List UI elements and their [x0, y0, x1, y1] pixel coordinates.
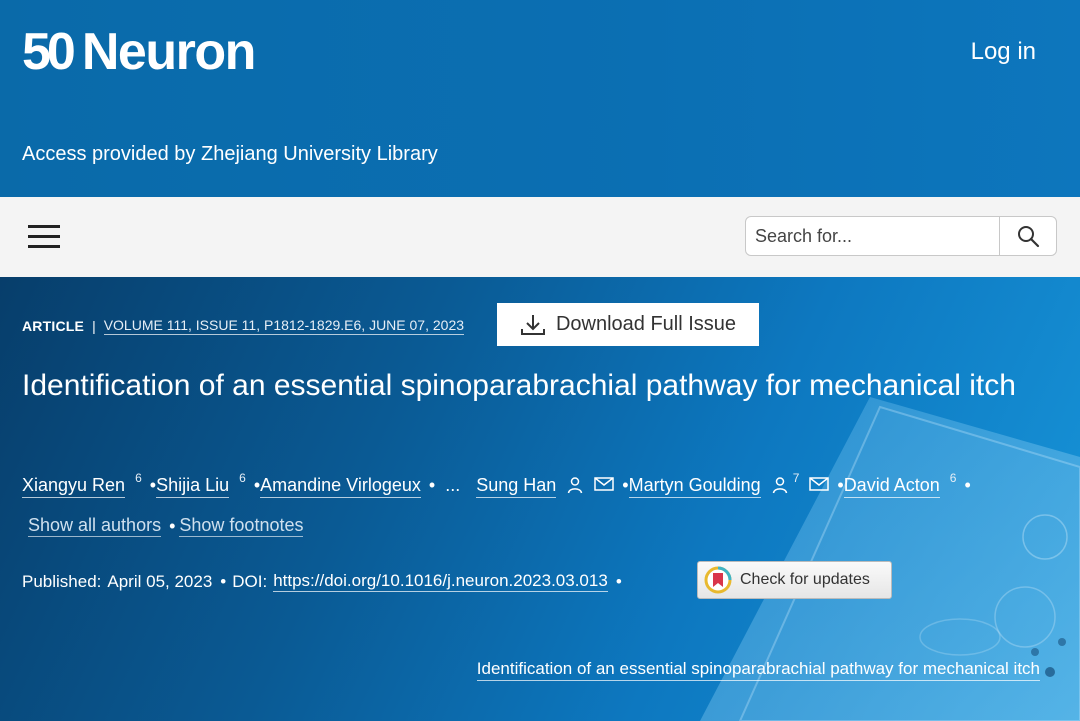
check-for-updates-label: Check for updates: [740, 571, 870, 588]
check-for-updates-button[interactable]: Check for updates: [697, 561, 892, 599]
cover-caption-link[interactable]: Identification of an essential spinopara…: [476, 659, 1040, 681]
access-provider-text: Access provided by Zhejiang University L…: [22, 143, 438, 165]
author-link[interactable]: Shijia Liu: [156, 475, 230, 498]
author-link[interactable]: Sung Han: [476, 475, 557, 498]
authors-ellipsis: ...: [445, 475, 461, 495]
author-affiliation-sup[interactable]: 7: [793, 471, 800, 485]
article-hero: ARTICLE | VOLUME 111, ISSUE 11, P1812-18…: [0, 277, 1080, 721]
email-icon[interactable]: [809, 476, 830, 492]
author-toggles: Show all authors • Show footnotes: [28, 515, 304, 537]
show-footnotes-link[interactable]: Show footnotes: [179, 515, 304, 537]
hamburger-menu-icon[interactable]: [28, 225, 60, 249]
pub-separator: •: [615, 571, 622, 591]
logo-wordmark: Neuron: [81, 23, 257, 81]
search-icon: [1018, 226, 1040, 248]
toggle-separator: •: [169, 515, 176, 536]
show-all-authors-link[interactable]: Show all authors: [28, 515, 162, 537]
meta-separator: |: [92, 318, 96, 334]
doi-link[interactable]: https://doi.org/10.1016/j.neuron.2023.03…: [273, 571, 608, 592]
author-list: Xiangyu Ren 6 • Shijia Liu 6 • Amandine …: [22, 471, 1072, 498]
download-full-issue-button[interactable]: Download Full Issue: [497, 303, 759, 346]
doi-label: DOI:: [232, 571, 268, 591]
search-input[interactable]: [746, 217, 1002, 255]
article-title: Identification of an essential spinopara…: [22, 369, 1016, 402]
author-affiliation-sup[interactable]: 6: [950, 471, 957, 485]
download-icon: [520, 314, 545, 335]
published-date: April 05, 2023: [107, 571, 213, 591]
site-header: 50 Neuron Log in Access provided by Zhej…: [0, 0, 1080, 197]
person-icon[interactable]: [566, 476, 584, 494]
author-affiliation-sup[interactable]: 6: [135, 471, 142, 485]
neuron-logo[interactable]: 50 Neuron: [22, 23, 257, 81]
article-meta-row: ARTICLE | VOLUME 111, ISSUE 11, P1812-18…: [22, 317, 465, 335]
search-button[interactable]: [999, 217, 1056, 255]
article-type-label: ARTICLE: [22, 318, 85, 334]
author-separator: •: [964, 475, 971, 495]
pub-separator: •: [220, 571, 227, 591]
login-link[interactable]: Log in: [971, 38, 1036, 66]
author-link[interactable]: Xiangyu Ren: [22, 475, 126, 498]
search-box: [745, 216, 1057, 256]
person-icon[interactable]: [771, 476, 789, 494]
published-label: Published:: [22, 571, 102, 591]
author-link[interactable]: David Acton: [843, 475, 940, 498]
author-link[interactable]: Amandine Virlogeux: [260, 475, 421, 498]
volume-issue-link[interactable]: VOLUME 111, ISSUE 11, P1812-1829.E6, JUN…: [103, 317, 465, 335]
author-affiliation-sup[interactable]: 6: [239, 471, 246, 485]
crossmark-icon: [704, 566, 732, 594]
email-icon[interactable]: [594, 476, 615, 492]
author-separator: •: [428, 475, 436, 495]
download-full-issue-label: Download Full Issue: [555, 313, 737, 335]
author-link[interactable]: Martyn Goulding: [628, 475, 761, 498]
publication-info: Published: April 05, 2023 • DOI: https:/…: [22, 571, 628, 592]
logo-anniversary-number: 50: [22, 23, 76, 81]
